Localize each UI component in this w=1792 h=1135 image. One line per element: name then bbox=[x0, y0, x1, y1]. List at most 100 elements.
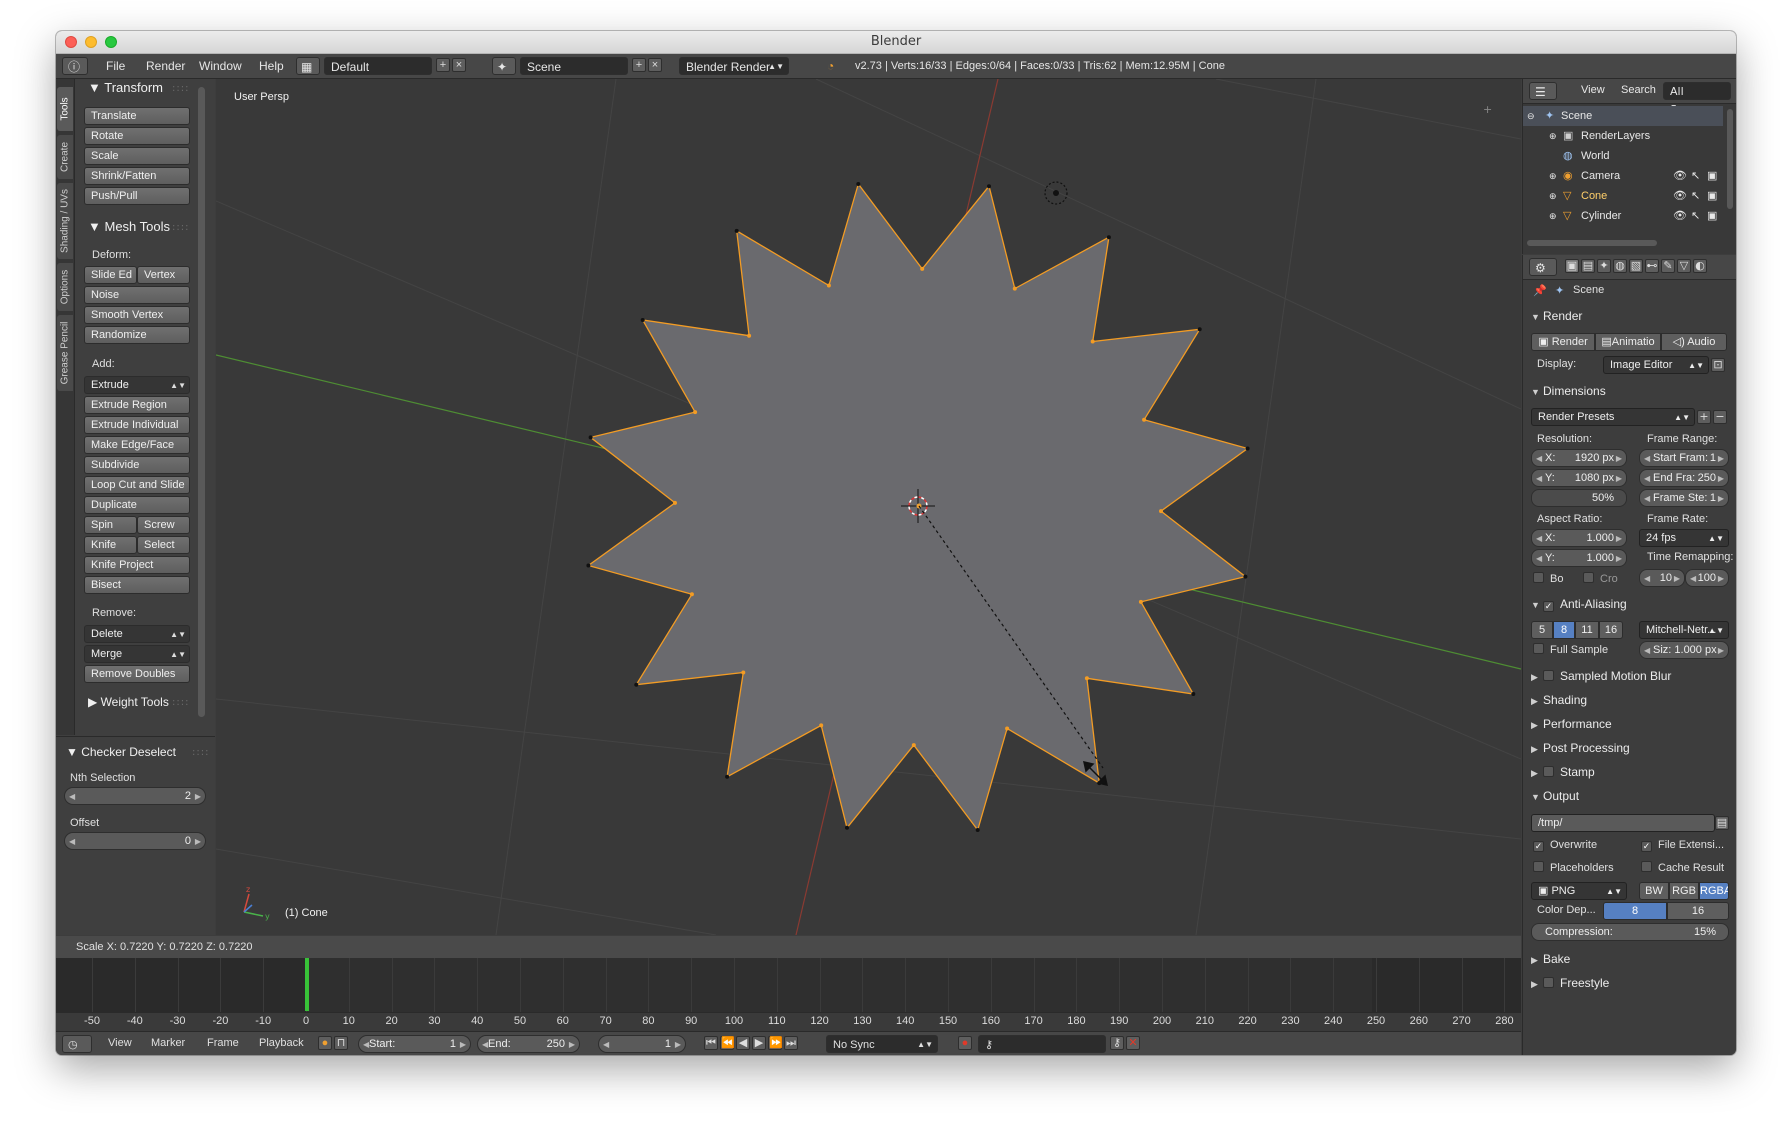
mesh-vertex[interactable] bbox=[1197, 327, 1202, 332]
mesh-vertex[interactable] bbox=[747, 333, 752, 338]
browse-folder-icon[interactable]: ▤ bbox=[1715, 816, 1729, 830]
noise-button[interactable]: Noise bbox=[84, 286, 190, 304]
outliner-row-world[interactable]: ◍ World bbox=[1523, 146, 1723, 166]
timeline-menu-marker[interactable]: Marker bbox=[151, 1037, 185, 1049]
outliner-menu-view[interactable]: View bbox=[1581, 84, 1605, 96]
mesh-vertex[interactable] bbox=[673, 500, 677, 505]
decrement-arrow-icon[interactable]: ◀ bbox=[69, 833, 75, 850]
menu-help[interactable]: Help bbox=[259, 57, 284, 75]
stamp-panel-header[interactable]: ▶ Stamp bbox=[1531, 762, 1729, 782]
expand-icon[interactable]: ⊕ bbox=[1549, 166, 1557, 186]
motion-blur-panel-header[interactable]: ▶ Sampled Motion Blur bbox=[1531, 666, 1729, 686]
aa-samples-8-button[interactable]: 8 bbox=[1553, 621, 1575, 639]
renderability-camera-icon[interactable]: ▣ bbox=[1707, 186, 1717, 206]
render-audio-button[interactable]: ◁) Audio bbox=[1661, 333, 1727, 351]
zoom-window-button[interactable] bbox=[105, 36, 117, 48]
mesh-vertex[interactable] bbox=[586, 563, 591, 568]
mesh-vertex[interactable] bbox=[1243, 574, 1248, 579]
file-format-select[interactable]: ▣ PNG ▲▼ bbox=[1531, 882, 1627, 900]
visibility-eye-icon[interactable]: 👁 bbox=[1673, 186, 1687, 206]
jump-start-icon[interactable]: ⏮ bbox=[704, 1036, 718, 1050]
modifiers-context-icon[interactable]: ✎ bbox=[1661, 259, 1675, 273]
frame-step-field[interactable]: ◀ Frame Ste: 1 ▶ bbox=[1639, 489, 1729, 507]
color-mode-rgb-button[interactable]: RGB bbox=[1669, 882, 1699, 900]
extrude-individual-button[interactable]: Extrude Individual bbox=[84, 416, 190, 434]
render-presets-select[interactable]: Render Presets ▲▼ bbox=[1531, 408, 1695, 426]
display-select[interactable]: Image Editor ▲▼ bbox=[1603, 356, 1709, 374]
properties-editor[interactable]: ⚙ ▣ ▤ ✦ ◍ ▧ ⊷ ✎ ▽ ◐ 📌 ✦ Scene ▼ Render ▣ … bbox=[1522, 255, 1736, 1055]
keyframe-record-icon[interactable]: ● bbox=[318, 1036, 332, 1050]
tab-options[interactable]: Options bbox=[57, 263, 73, 311]
color-mode-rgba-button[interactable]: RGBA bbox=[1699, 882, 1729, 900]
translate-button[interactable]: Translate bbox=[84, 107, 190, 125]
aa-filter-size-field[interactable]: ◀ Siz: 1.000 px ▶ bbox=[1639, 641, 1729, 659]
mesh-vertex[interactable] bbox=[845, 825, 849, 830]
visibility-eye-icon[interactable]: 👁 bbox=[1673, 206, 1687, 226]
slide-edge-button[interactable]: Slide Ed bbox=[84, 266, 137, 284]
render-animation-button[interactable]: ▤Animatio bbox=[1595, 333, 1661, 351]
resolution-y-field[interactable]: ◀ Y: 1080 px ▶ bbox=[1531, 469, 1627, 487]
selectability-cursor-icon[interactable]: ↖ bbox=[1691, 186, 1700, 206]
aspect-y-field[interactable]: ◀ Y: 1.000 ▶ bbox=[1531, 549, 1627, 567]
duplicate-button[interactable]: Duplicate bbox=[84, 496, 190, 514]
panel-grip-icon[interactable]: :::: bbox=[172, 697, 189, 708]
aa-samples-16-button[interactable]: 16 bbox=[1599, 621, 1623, 639]
placeholders-checkbox[interactable]: Placeholders bbox=[1533, 861, 1614, 874]
pin-icon[interactable]: 📌 bbox=[1533, 284, 1547, 297]
mesh-vertex[interactable] bbox=[911, 743, 916, 748]
mesh-vertex[interactable] bbox=[1012, 286, 1017, 291]
performance-panel-header[interactable]: ▶ Performance bbox=[1531, 714, 1729, 734]
remove-doubles-button[interactable]: Remove Doubles bbox=[84, 665, 190, 683]
record-icon[interactable]: ● bbox=[958, 1036, 972, 1050]
freestyle-panel-header[interactable]: ▶ Freestyle bbox=[1531, 973, 1729, 993]
menu-render[interactable]: Render bbox=[146, 57, 185, 75]
extrude-region-button[interactable]: Extrude Region bbox=[84, 396, 190, 414]
mesh-vertex[interactable] bbox=[1138, 599, 1143, 604]
render-engine-select[interactable]: Blender Render ▲▼ bbox=[679, 57, 789, 75]
offset-field[interactable]: ◀ 0 ▶ bbox=[64, 832, 206, 850]
shrink-fatten-button[interactable]: Shrink/Fatten bbox=[84, 167, 190, 185]
start-frame-field[interactable]: ◀ Start Fram: 1 ▶ bbox=[1639, 449, 1729, 467]
time-remap-new-field[interactable]: ◀ 100 ▶ bbox=[1685, 569, 1729, 587]
expand-icon[interactable]: ⊕ bbox=[1549, 126, 1557, 146]
sync-mode-select[interactable]: No Sync ▲▼ bbox=[826, 1035, 938, 1053]
loop-cut-slide-button[interactable]: Loop Cut and Slide bbox=[84, 476, 190, 494]
3d-viewport[interactable]: y z + User Persp (1) Cone bbox=[216, 79, 1521, 935]
cone-mesh[interactable] bbox=[216, 79, 1521, 935]
remove-layout-icon[interactable]: × bbox=[452, 58, 466, 72]
remove-scene-icon[interactable]: × bbox=[648, 58, 662, 72]
outliner-horizontal-scrollbar[interactable] bbox=[1527, 240, 1657, 246]
mesh-vertex[interactable] bbox=[689, 592, 694, 597]
mesh-vertex[interactable] bbox=[741, 670, 746, 675]
bake-panel-header[interactable]: ▶ Bake bbox=[1531, 949, 1729, 969]
mesh-vertex[interactable] bbox=[1245, 446, 1250, 451]
expand-icon[interactable]: ⊕ bbox=[1549, 186, 1557, 206]
mesh-vertex[interactable] bbox=[1084, 676, 1089, 681]
mesh-vertex[interactable] bbox=[693, 410, 698, 415]
mesh-vertex[interactable] bbox=[1159, 509, 1163, 514]
outliner-menu-search[interactable]: Search bbox=[1621, 84, 1656, 96]
full-sample-checkbox[interactable]: Full Sample bbox=[1533, 643, 1608, 656]
data-context-icon[interactable]: ▽ bbox=[1677, 259, 1691, 273]
smooth-vertex-button[interactable]: Smooth Vertex bbox=[84, 306, 190, 324]
outliner-vertical-scrollbar[interactable] bbox=[1727, 109, 1733, 209]
mesh-vertex[interactable] bbox=[1097, 781, 1102, 786]
screw-button[interactable]: Screw bbox=[137, 516, 190, 534]
mesh-tools-panel-header[interactable]: ▼ Mesh Tools bbox=[88, 218, 170, 236]
border-checkbox[interactable]: Bo bbox=[1533, 572, 1563, 585]
knife-button[interactable]: Knife bbox=[84, 536, 137, 554]
aspect-x-field[interactable]: ◀ X: 1.000 ▶ bbox=[1531, 529, 1627, 547]
selectability-cursor-icon[interactable]: ↖ bbox=[1691, 166, 1700, 186]
push-pull-button[interactable]: Push/Pull bbox=[84, 187, 190, 205]
current-frame-field[interactable]: ◀ 1 ▶ bbox=[598, 1035, 686, 1053]
compression-slider[interactable]: Compression: 15% bbox=[1531, 923, 1729, 941]
outliner-row-scene[interactable]: ⊖ ✦ Scene bbox=[1523, 106, 1723, 126]
mesh-vertex[interactable] bbox=[920, 266, 925, 271]
weight-tools-panel-header[interactable]: ▶ Weight Tools bbox=[88, 693, 169, 711]
render-panel-header[interactable]: ▼ Render bbox=[1531, 306, 1729, 326]
knife-project-button[interactable]: Knife Project bbox=[84, 556, 190, 574]
expand-icon[interactable]: ⊕ bbox=[1549, 206, 1557, 226]
rotate-button[interactable]: Rotate bbox=[84, 127, 190, 145]
panel-grip-icon[interactable]: :::: bbox=[192, 747, 209, 758]
menu-file[interactable]: File bbox=[106, 57, 125, 75]
